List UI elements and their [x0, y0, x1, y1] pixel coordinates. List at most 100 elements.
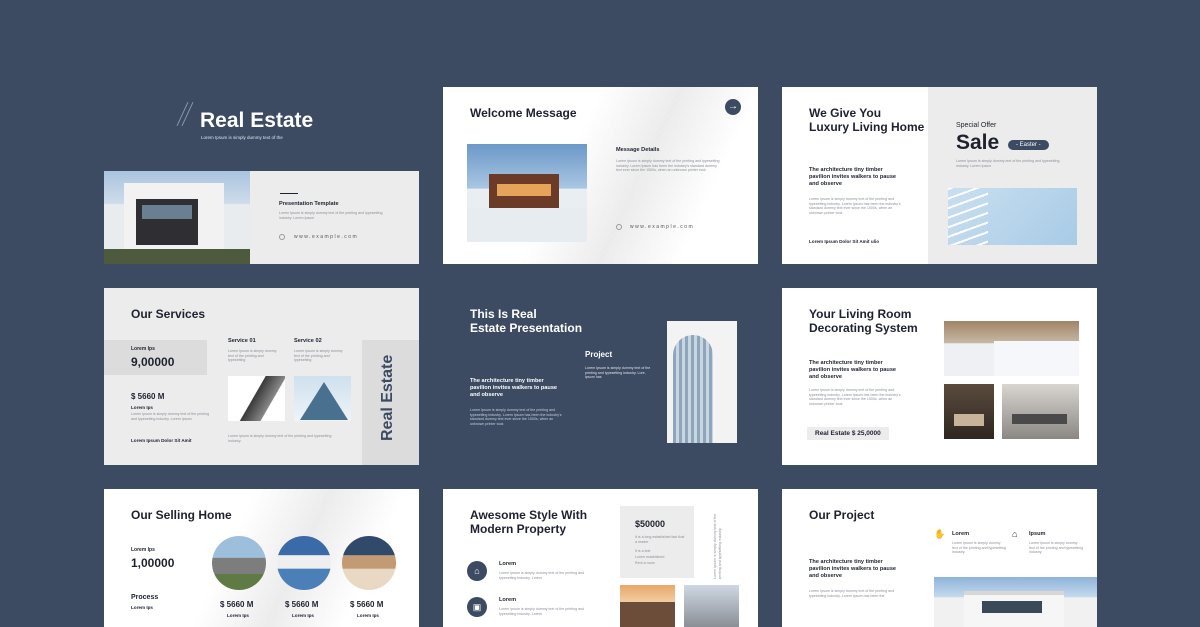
slide-welcome-message[interactable]: Welcome Message → Message Details Lorem … — [443, 87, 758, 264]
footer-text: Lorem Ipsum Dolor Sit Amit ulio — [809, 239, 880, 244]
globe-icon — [279, 234, 285, 240]
arrow-right-icon[interactable]: → — [725, 99, 741, 115]
item-1-desc: Lorem Ipsum is simply dummy text of the … — [499, 571, 585, 580]
house-icon: ⌂ — [1012, 529, 1018, 539]
slide-real-estate-cover[interactable]: Real Estate Lorem Ipsum is simply dummy … — [104, 87, 419, 264]
price-label-3: Lorem Ips — [357, 613, 379, 618]
description: Lorem Ipsum is simply dummy text of the … — [131, 412, 210, 421]
subtitle: Message Details — [616, 147, 660, 153]
home-photo-1 — [212, 536, 266, 590]
title-line-2: Luxury Living Home — [809, 120, 925, 134]
home-icon: ⌂ — [467, 561, 487, 581]
building-detail-image-1 — [228, 376, 285, 421]
title-line-2: Modern Property — [470, 522, 567, 536]
description: Lorem Ipsum is simply dummy text of the … — [279, 211, 383, 220]
offer-description: Lorem Ipsum is simply dummy text of the … — [956, 159, 1060, 168]
description: Lorem Ipsum is simply dummy text of the … — [470, 408, 562, 426]
price-label: Lorem Ips — [131, 405, 153, 410]
slide-our-services[interactable]: Our Services Lorem Ips 9,00000 $ 5660 M … — [104, 288, 419, 465]
dining-image — [1002, 384, 1079, 439]
bullet-2: Lorem established — [635, 555, 665, 559]
process-heading: Process — [131, 594, 159, 601]
slide-our-project[interactable]: Our Project The architecture tiny timber… — [782, 489, 1097, 627]
title-line-1: This Is Real — [470, 307, 537, 321]
project-description: Lorem Ipsum is simply dummy text of the … — [585, 366, 651, 380]
slide-title: Welcome Message — [470, 106, 577, 120]
project-building-image — [934, 577, 1097, 627]
project-heading: Project — [585, 350, 613, 359]
service-2-title: Service 02 — [294, 338, 322, 344]
subheading: The architecture tiny timber pavilion in… — [809, 360, 897, 380]
globe-icon — [616, 224, 622, 230]
modern-house-image — [104, 171, 250, 264]
service-1-title: Service 01 — [228, 338, 256, 344]
easter-badge[interactable]: - Easter - — [1008, 140, 1049, 150]
handshake-icon: ✋ — [934, 529, 946, 539]
building-detail-image-2 — [294, 376, 351, 421]
kitchen-image — [944, 384, 994, 439]
title-line-2: Decorating System — [809, 321, 918, 335]
website-link[interactable]: www.example.com — [294, 234, 358, 240]
bedroom-image — [944, 321, 1079, 376]
item-2-desc: Lorem Ipsum is simply dummy text of the … — [1029, 541, 1083, 555]
item-1-title: Lorem — [952, 531, 970, 537]
slide-selling-home[interactable]: Our Selling Home Lorem Ips 1,00000 Proce… — [104, 489, 419, 627]
item-2-title: Lorem — [499, 597, 517, 603]
item-2-desc: Lorem Ipsum is simply dummy text of the … — [499, 607, 585, 616]
briefcase-icon: ▣ — [467, 597, 487, 617]
home-photo-2 — [277, 536, 331, 590]
price-1: $ 5660 M — [220, 600, 254, 609]
slide-title: Our Services — [131, 307, 206, 321]
slide-luxury-living[interactable]: We Give You Luxury Living Home The archi… — [782, 87, 1097, 264]
item-1-title: Lorem — [499, 561, 517, 567]
price-label-1: Lorem Ips — [227, 613, 249, 618]
process-label: Lorem Ips — [131, 605, 153, 610]
description: Lorem Ipsum is simply dummy text of the … — [809, 388, 901, 406]
description: Lorem Ipsum is simply dummy text of the … — [809, 589, 895, 598]
vertical-description: Lorem Ipsum is simply dummy text of the … — [713, 513, 722, 579]
sale-heading: Sale — [956, 131, 1000, 154]
bottom-description: Lorem Ipsum is simply dummy text of the … — [228, 434, 332, 443]
living-room-image — [684, 585, 739, 627]
tagline: Lorem Ipsum is simply dummy text of the — [201, 135, 283, 140]
title-line-2: Estate Presentation — [470, 321, 583, 335]
subheading: The architecture tiny timber pavilion in… — [809, 559, 897, 579]
service-1-desc: Lorem Ipsum is simply dummy text of the … — [228, 349, 277, 363]
bullet-3: Rent a room — [635, 561, 655, 565]
subheading: The architecture tiny timber pavilion in… — [809, 167, 897, 187]
description: Lorem Ipsum is simply dummy text of the … — [616, 159, 720, 173]
slide-modern-property[interactable]: Awesome Style With Modern Property ⌂ Lor… — [443, 489, 758, 627]
price-tag: Real Estate $ 25,0000 — [807, 427, 889, 440]
skyscraper-image — [667, 321, 737, 443]
house-dusk-image — [620, 585, 675, 627]
stat-number: 9,00000 — [131, 355, 175, 369]
bullet-1: It is a text — [635, 549, 651, 553]
price: $50000 — [635, 519, 666, 529]
price: $ 5660 M — [131, 392, 165, 401]
vertical-title: Real Estate — [379, 354, 396, 441]
price-description: It is a long established fact that a rea… — [635, 535, 685, 544]
item-1-desc: Lorem Ipsum is simply dummy text of the … — [952, 541, 1006, 555]
slide-title: Real Estate — [200, 109, 314, 132]
stat-label: Lorem Ips — [131, 346, 155, 352]
subheading: The architecture tiny timber pavilion in… — [470, 378, 558, 398]
price-label-2: Lorem Ips — [292, 613, 314, 618]
slide-real-estate-presentation[interactable]: This Is Real Estate Presentation The arc… — [443, 288, 758, 465]
slide-title: Our Project — [809, 508, 875, 522]
divider — [280, 193, 298, 194]
slide-title: Our Selling Home — [131, 508, 232, 522]
home-photo-3 — [342, 536, 396, 590]
footer-text: Lorem Ipsum Dolor Sit Amit — [131, 438, 192, 443]
website-link[interactable]: www.example.com — [630, 224, 694, 230]
stat-label: Lorem Ips — [131, 547, 155, 553]
price-3: $ 5660 M — [350, 600, 384, 609]
title-line-1: We Give You — [809, 106, 882, 120]
description: Lorem Ipsum is simply dummy text of the … — [809, 197, 901, 215]
service-2-desc: Lorem Ipsum is simply dummy text of the … — [294, 349, 343, 363]
slide-living-room[interactable]: Your Living Room Decorating System The a… — [782, 288, 1097, 465]
title-line-1: Awesome Style With — [470, 508, 588, 522]
item-2-title: Ipsum — [1029, 531, 1046, 537]
snow-house-image — [467, 144, 587, 242]
title-line-1: Your Living Room — [809, 307, 912, 321]
price-2: $ 5660 M — [285, 600, 319, 609]
